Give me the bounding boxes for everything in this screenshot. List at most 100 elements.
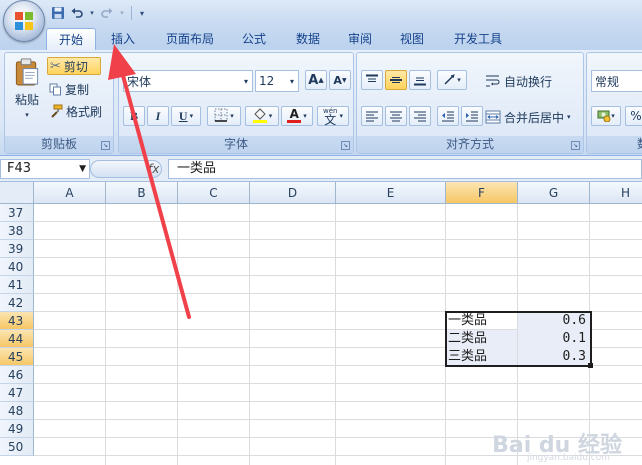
column-header-c[interactable]: C: [178, 182, 250, 204]
font-color-dropdown-icon[interactable]: ▾: [303, 112, 307, 120]
align-center-button[interactable]: [385, 106, 407, 126]
row-header-39[interactable]: 39: [0, 240, 34, 258]
paste-icon: [15, 58, 39, 86]
merge-center-icon: [485, 110, 501, 124]
tab-formulas[interactable]: 公式: [232, 28, 276, 50]
insert-function-icon[interactable]: fx: [148, 162, 159, 176]
clipboard-dialog-launcher[interactable]: ↘: [101, 141, 110, 150]
increase-indent-icon: [466, 111, 478, 122]
underline-dropdown-icon[interactable]: ▾: [190, 112, 194, 120]
font-name-combo[interactable]: 宋体 ▾: [123, 70, 253, 92]
tab-page-layout[interactable]: 页面布局: [156, 28, 224, 50]
row-header-43[interactable]: 43: [0, 312, 34, 330]
phonetic-dropdown-icon[interactable]: ▾: [339, 112, 343, 120]
format-painter-button[interactable]: 格式刷: [49, 102, 113, 120]
quick-access-toolbar: ▾ ▾ ▾: [50, 4, 147, 22]
row-header-48[interactable]: 48: [0, 402, 34, 420]
phonetic-button[interactable]: wén 文 ▾: [317, 106, 349, 126]
row-header-40[interactable]: 40: [0, 258, 34, 276]
format-painter-label: 格式刷: [66, 104, 103, 119]
cut-button[interactable]: ✂ 剪切: [47, 57, 101, 75]
number-group: 常规 ▾ % 数: [586, 52, 642, 154]
row-header-47[interactable]: 47: [0, 384, 34, 402]
fill-handle[interactable]: [588, 363, 593, 368]
tab-home[interactable]: 开始: [46, 28, 96, 50]
align-top-button[interactable]: [361, 70, 383, 90]
grow-font-button[interactable]: A ▲: [305, 70, 327, 90]
align-left-button[interactable]: [361, 106, 383, 126]
row-header-50[interactable]: 50: [0, 438, 34, 456]
font-size-combo[interactable]: 12 ▾: [255, 70, 299, 92]
borders-icon: [214, 108, 228, 125]
column-header-h[interactable]: H: [590, 182, 642, 204]
increase-indent-button[interactable]: [461, 106, 483, 126]
row-header-46[interactable]: 46: [0, 366, 34, 384]
paste-dropdown-icon[interactable]: ▾: [25, 111, 29, 119]
row-header-37[interactable]: 37: [0, 204, 34, 222]
row-header-45[interactable]: 45: [0, 348, 34, 366]
font-size-dropdown-icon[interactable]: ▾: [290, 77, 294, 86]
merge-center-button[interactable]: 合并后居中 ▾: [485, 106, 581, 128]
underline-button[interactable]: U ▾: [171, 106, 201, 126]
row-header-38[interactable]: 38: [0, 222, 34, 240]
tab-view[interactable]: 视图: [390, 28, 434, 50]
borders-dropdown-icon[interactable]: ▾: [230, 112, 234, 120]
column-header-g[interactable]: G: [518, 182, 590, 204]
font-name-dropdown-icon[interactable]: ▾: [244, 77, 248, 86]
name-box[interactable]: F43 ▼: [0, 159, 90, 179]
align-middle-icon: [390, 77, 402, 83]
shrink-font-button[interactable]: A ▼: [329, 70, 351, 90]
bold-button[interactable]: B: [123, 106, 145, 126]
column-header-f[interactable]: F: [446, 182, 518, 204]
accounting-format-button[interactable]: ▾: [591, 106, 621, 126]
orientation-button[interactable]: ▾: [437, 70, 467, 90]
font-color-button[interactable]: A ▾: [281, 106, 313, 126]
borders-button[interactable]: ▾: [207, 106, 241, 126]
select-all-corner[interactable]: [0, 182, 34, 204]
italic-button[interactable]: I: [147, 106, 169, 126]
column-header-e[interactable]: E: [336, 182, 446, 204]
row-header-41[interactable]: 41: [0, 276, 34, 294]
percent-button[interactable]: %: [625, 106, 642, 126]
currency-icon: [597, 108, 611, 125]
redo-icon[interactable]: [99, 5, 115, 21]
align-right-button[interactable]: [409, 106, 431, 126]
decrease-indent-icon: [442, 111, 454, 122]
save-icon[interactable]: [50, 5, 66, 21]
paste-button[interactable]: 粘贴 ▾: [9, 57, 45, 119]
name-box-value: F43: [7, 161, 32, 176]
accounting-dropdown-icon[interactable]: ▾: [611, 112, 615, 120]
fill-color-button[interactable]: ▾: [245, 106, 279, 126]
formula-input[interactable]: 一类品: [168, 159, 642, 179]
row-header-49[interactable]: 49: [0, 420, 34, 438]
column-header-b[interactable]: B: [106, 182, 178, 204]
decrease-indent-button[interactable]: [437, 106, 459, 126]
formula-input-value: 一类品: [177, 161, 217, 176]
fill-color-dropdown-icon[interactable]: ▾: [269, 112, 273, 120]
row-header-42[interactable]: 42: [0, 294, 34, 312]
alignment-dialog-launcher[interactable]: ↘: [571, 141, 580, 150]
undo-dropdown-icon[interactable]: ▾: [88, 5, 96, 21]
undo-icon[interactable]: [69, 5, 85, 21]
column-header-d[interactable]: D: [250, 182, 336, 204]
office-button[interactable]: [3, 0, 45, 42]
worksheet-grid[interactable]: A B C D E F G H 37 38 39 40 41 42 43 44 …: [0, 182, 642, 465]
orientation-dropdown-icon[interactable]: ▾: [457, 76, 461, 84]
customize-qat-icon[interactable]: ▾: [137, 5, 147, 21]
font-dialog-launcher[interactable]: ↘: [341, 141, 350, 150]
merge-center-dropdown-icon[interactable]: ▾: [567, 113, 571, 121]
tab-data[interactable]: 数据: [286, 28, 330, 50]
wrap-text-button[interactable]: 自动换行: [485, 70, 577, 92]
number-format-combo[interactable]: 常规: [591, 70, 642, 92]
row-header-44[interactable]: 44: [0, 330, 34, 348]
align-bottom-button[interactable]: [409, 70, 431, 90]
tab-insert[interactable]: 插入: [102, 28, 144, 50]
tab-developer[interactable]: 开发工具: [444, 28, 512, 50]
align-middle-button[interactable]: [385, 70, 407, 90]
redo-dropdown-icon[interactable]: ▾: [118, 5, 126, 21]
tab-review[interactable]: 审阅: [338, 28, 382, 50]
name-box-dropdown-icon[interactable]: ▼: [79, 160, 86, 178]
column-header-a[interactable]: A: [34, 182, 106, 204]
font-name-value: 宋体: [127, 74, 152, 89]
copy-button[interactable]: 复制: [49, 80, 103, 98]
